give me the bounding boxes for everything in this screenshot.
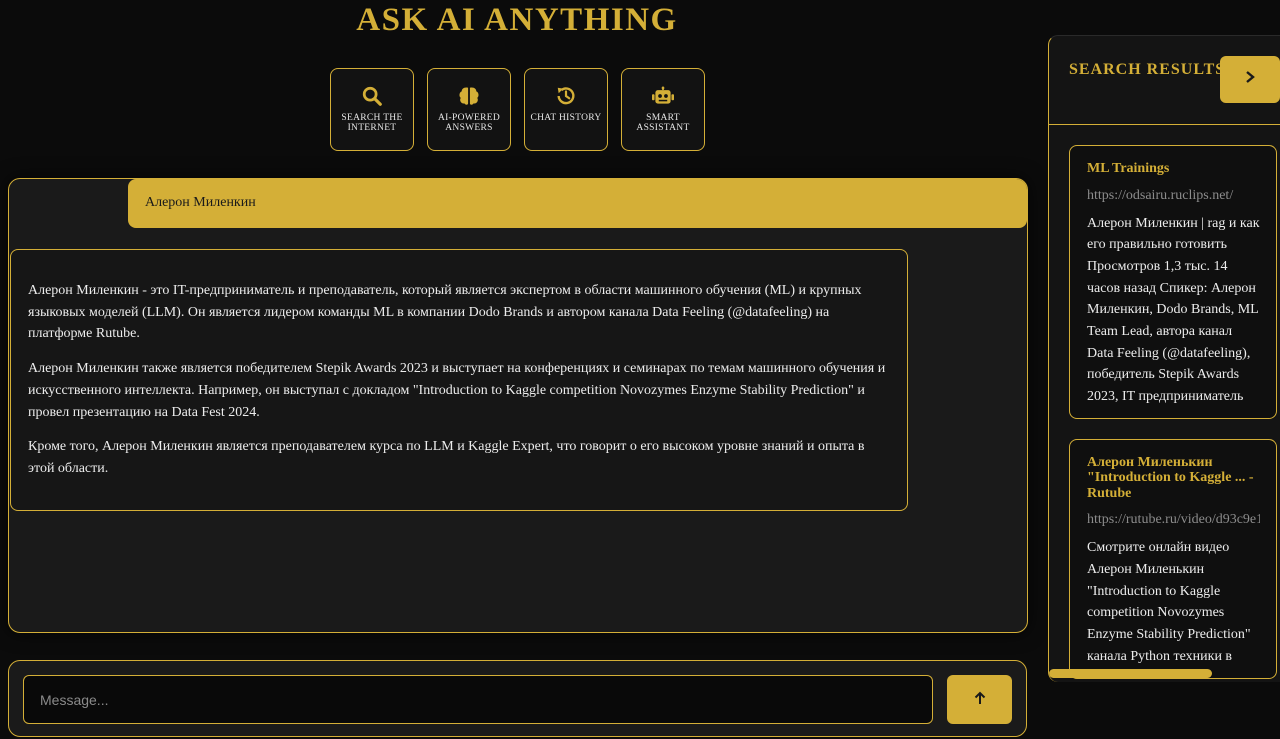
brain-icon bbox=[458, 85, 480, 107]
arrow-up-icon bbox=[974, 691, 986, 708]
ai-paragraph: Кроме того, Алерон Миленкин является пре… bbox=[28, 439, 865, 476]
search-results-sidebar: SEARCH RESULTS ML Trainings https://odsa… bbox=[1048, 35, 1280, 682]
ai-paragraph: Алерон Миленкин также является победител… bbox=[28, 361, 886, 420]
page: ASK AI ANYTHING SEARCH THE INTERNET AI-P… bbox=[0, 0, 1280, 739]
chat-panel[interactable]: Алерон Миленкин Алерон Миленкин - это IT… bbox=[8, 178, 1028, 633]
chat-history-button[interactable]: CHAT HISTORY bbox=[524, 68, 608, 151]
feature-label: SEARCH THE INTERNET bbox=[341, 113, 403, 133]
search-result-card[interactable]: Алерон Миленькин "Introduction to Kaggle… bbox=[1069, 438, 1277, 679]
send-button[interactable] bbox=[947, 675, 1012, 724]
message-bar bbox=[8, 660, 1027, 737]
result-url[interactable]: https://odsairu.ruclips.net/ bbox=[1087, 188, 1260, 204]
message-input[interactable] bbox=[23, 675, 933, 724]
search-internet-button[interactable]: SEARCH THE INTERNET bbox=[330, 68, 414, 151]
robot-icon bbox=[652, 85, 674, 107]
sidebar-title: SEARCH RESULTS bbox=[1069, 61, 1226, 78]
ai-paragraph: Алерон Миленкин - это IT-предприниматель… bbox=[28, 283, 862, 342]
result-title[interactable]: Алерон Миленькин "Introduction to Kaggle… bbox=[1087, 455, 1260, 502]
result-snippet: Смотрите онлайн видео Алерон Миленькин "… bbox=[1087, 540, 1251, 664]
feature-label: SMART ASSISTANT bbox=[636, 113, 690, 133]
feature-label: CHAT HISTORY bbox=[530, 113, 602, 123]
result-title[interactable]: ML Trainings bbox=[1087, 161, 1260, 177]
app-title: ASK AI ANYTHING bbox=[356, 2, 678, 38]
chevron-right-icon bbox=[1245, 70, 1255, 89]
search-icon bbox=[361, 85, 383, 107]
results-list: ML Trainings https://odsairu.ruclips.net… bbox=[1069, 145, 1277, 682]
result-snippet: Алерон Миленкин | rag и как его правильн… bbox=[1087, 215, 1260, 405]
feature-label: AI-POWERED ANSWERS bbox=[437, 113, 501, 133]
history-icon bbox=[555, 85, 577, 107]
sidebar-toggle-button[interactable] bbox=[1220, 56, 1280, 103]
user-message: Алерон Миленкин bbox=[128, 179, 1027, 228]
search-result-card[interactable]: ML Trainings https://odsairu.ruclips.net… bbox=[1069, 145, 1277, 419]
ai-answers-button[interactable]: AI-POWERED ANSWERS bbox=[427, 68, 511, 151]
ai-response: Алерон Миленкин - это IT-предприниматель… bbox=[10, 249, 908, 511]
sidebar-header: SEARCH RESULTS bbox=[1049, 36, 1280, 125]
smart-assistant-button[interactable]: SMART ASSISTANT bbox=[621, 68, 705, 151]
horizontal-scrollbar[interactable] bbox=[1049, 669, 1212, 678]
feature-buttons: SEARCH THE INTERNET AI-POWERED ANSWERS C… bbox=[330, 68, 705, 151]
result-url[interactable]: https://rutube.ru/video/d93c9e1e81 bbox=[1087, 512, 1260, 528]
